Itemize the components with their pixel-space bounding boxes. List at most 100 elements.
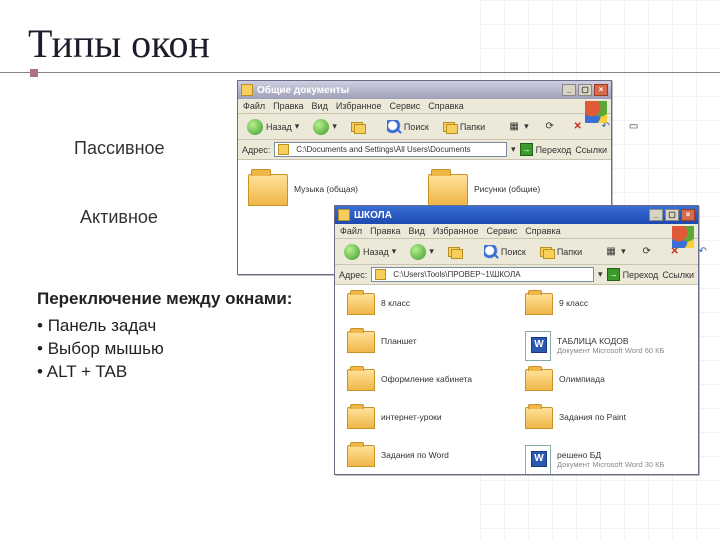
links-label: Ссылки: [575, 145, 607, 155]
sync-button[interactable]: ⟳: [635, 242, 659, 262]
search-icon: [484, 245, 498, 259]
back-button[interactable]: Назад ▾: [339, 242, 401, 262]
folder-item[interactable]: интернет-уроки: [347, 407, 442, 429]
label-passive-window: Пассивное: [74, 138, 165, 159]
dropdown-icon[interactable]: ▾: [511, 144, 516, 155]
menu-item[interactable]: Файл: [243, 101, 265, 111]
address-bar: Адрес: C:\Users\Tools\ПРОВЕР~1\ШКОЛА ▾ →…: [335, 265, 698, 285]
folder-item[interactable]: Планшет: [347, 331, 417, 353]
titlebar[interactable]: Общие документы _ ▢ ×: [238, 81, 611, 99]
word-doc-icon: [525, 331, 551, 361]
back-button[interactable]: Назад ▾: [242, 117, 304, 137]
address-field[interactable]: C:\Documents and Settings\All Users\Docu…: [274, 142, 507, 157]
folder-icon: [525, 369, 553, 391]
slide-title: Типы окон: [28, 20, 210, 67]
menu-item[interactable]: Сервис: [389, 101, 420, 111]
views-icon: ▦: [604, 245, 618, 259]
toolbar: Назад ▾ ▾ Поиск Папки ▦▾ ⟳ ✕ ↶ ▭: [335, 239, 698, 265]
maximize-button[interactable]: ▢: [665, 209, 679, 221]
folder-item-label: Планшет: [381, 337, 417, 347]
menu-item[interactable]: Файл: [340, 226, 362, 236]
folder-item-label: Оформление кабинета: [381, 375, 472, 385]
folder-item[interactable]: 8 класс: [347, 293, 410, 315]
folder-icon: [338, 209, 350, 221]
folder-icon: [375, 269, 386, 280]
switching-item: ALT + TAB: [37, 361, 292, 384]
file-item[interactable]: решено БДДокумент Microsoft Word 30 КБ: [525, 445, 664, 474]
up-icon: [448, 245, 462, 259]
file-item-label: ТАБЛИЦА КОДОВ: [557, 336, 628, 346]
forward-button[interactable]: ▾: [308, 117, 342, 137]
explorer-window-active[interactable]: ШКОЛА _ ▢ × Файл Правка Вид Избранное Се…: [334, 205, 699, 475]
toolbar: Назад ▾ ▾ Поиск Папки ▦▾ ⟳ ✕ ↶ ▭: [238, 114, 611, 140]
up-button[interactable]: [443, 242, 467, 262]
folder-item[interactable]: Задания по Paint: [525, 407, 626, 429]
dropdown-icon[interactable]: ▾: [598, 269, 603, 280]
switching-item: Выбор мышью: [37, 338, 292, 361]
menu-item[interactable]: Вид: [312, 101, 328, 111]
minimize-button[interactable]: _: [649, 209, 663, 221]
maximize-button[interactable]: ▢: [578, 84, 592, 96]
folder-item[interactable]: Рисунки (общие): [428, 174, 540, 206]
menu-item[interactable]: Правка: [273, 101, 303, 111]
folder-icon: [347, 407, 375, 429]
forward-button[interactable]: ▾: [405, 242, 439, 262]
window-title: ШКОЛА: [354, 210, 392, 221]
folder-item-label: интернет-уроки: [381, 413, 442, 423]
minimize-button[interactable]: _: [562, 84, 576, 96]
file-item-label: решено БД: [557, 450, 601, 460]
content-area[interactable]: 8 класс Планшет Оформление кабинета инте…: [335, 285, 698, 474]
folder-icon: [347, 331, 375, 353]
file-item-sub: Документ Microsoft Word 30 КБ: [557, 461, 664, 470]
sync-icon: ⟳: [543, 120, 557, 134]
folders-button[interactable]: Папки: [438, 117, 490, 137]
menu-item[interactable]: Избранное: [433, 226, 479, 236]
menu-item[interactable]: Справка: [525, 226, 560, 236]
go-icon: →: [520, 143, 533, 156]
go-icon: →: [607, 268, 620, 281]
views-button[interactable]: ▦▾: [502, 117, 534, 137]
views-button[interactable]: ▦▾: [599, 242, 631, 262]
close-button[interactable]: ×: [681, 209, 695, 221]
switching-item: Панель задач: [37, 315, 292, 338]
address-field[interactable]: C:\Users\Tools\ПРОВЕР~1\ШКОЛА: [371, 267, 594, 282]
close-button[interactable]: ×: [594, 84, 608, 96]
file-item[interactable]: ТАБЛИЦА КОДОВДокумент Microsoft Word 60 …: [525, 331, 664, 361]
switching-heading: Переключение между окнами:: [37, 288, 292, 311]
folders-button[interactable]: Папки: [535, 242, 587, 262]
folder-item-label: Задания по Word: [381, 451, 449, 461]
sync-button[interactable]: ⟳: [538, 117, 562, 137]
up-button[interactable]: [346, 117, 370, 137]
menu-item[interactable]: Избранное: [336, 101, 382, 111]
menu-bar: Файл Правка Вид Избранное Сервис Справка: [335, 224, 698, 239]
address-bar: Адрес: C:\Documents and Settings\All Use…: [238, 140, 611, 160]
menu-item[interactable]: Сервис: [486, 226, 517, 236]
go-button[interactable]: →Переход: [607, 268, 659, 281]
folder-item[interactable]: 9 класс: [525, 293, 588, 315]
menu-item[interactable]: Вид: [409, 226, 425, 236]
go-button[interactable]: →Переход: [520, 143, 572, 156]
menu-item[interactable]: Справка: [428, 101, 463, 111]
search-button[interactable]: Поиск: [382, 117, 434, 137]
folder-item-label: 9 класс: [559, 299, 588, 309]
folder-item[interactable]: Оформление кабинета: [347, 369, 472, 391]
folder-icon: [241, 84, 253, 96]
folder-item[interactable]: Олимпиада: [525, 369, 605, 391]
undo-button[interactable]: ↶: [691, 242, 715, 262]
window-title: Общие документы: [257, 85, 349, 96]
properties-button[interactable]: ▭: [622, 117, 646, 137]
address-value: C:\Users\Tools\ПРОВЕР~1\ШКОЛА: [393, 270, 520, 279]
title-marker: [30, 69, 38, 77]
folder-item[interactable]: Задания по Word: [347, 445, 449, 467]
folder-icon: [347, 445, 375, 467]
folder-item-label: Задания по Paint: [559, 413, 626, 423]
folder-item[interactable]: Музыка (общая): [248, 174, 358, 206]
switching-list: Панель задач Выбор мышью ALT + TAB: [37, 315, 292, 384]
titlebar[interactable]: ШКОЛА _ ▢ ×: [335, 206, 698, 224]
folder-icon: [347, 293, 375, 315]
menu-item[interactable]: Правка: [370, 226, 400, 236]
folder-item-label: Рисунки (общие): [474, 185, 540, 195]
folder-icon: [347, 369, 375, 391]
folder-icon: [525, 293, 553, 315]
search-button[interactable]: Поиск: [479, 242, 531, 262]
